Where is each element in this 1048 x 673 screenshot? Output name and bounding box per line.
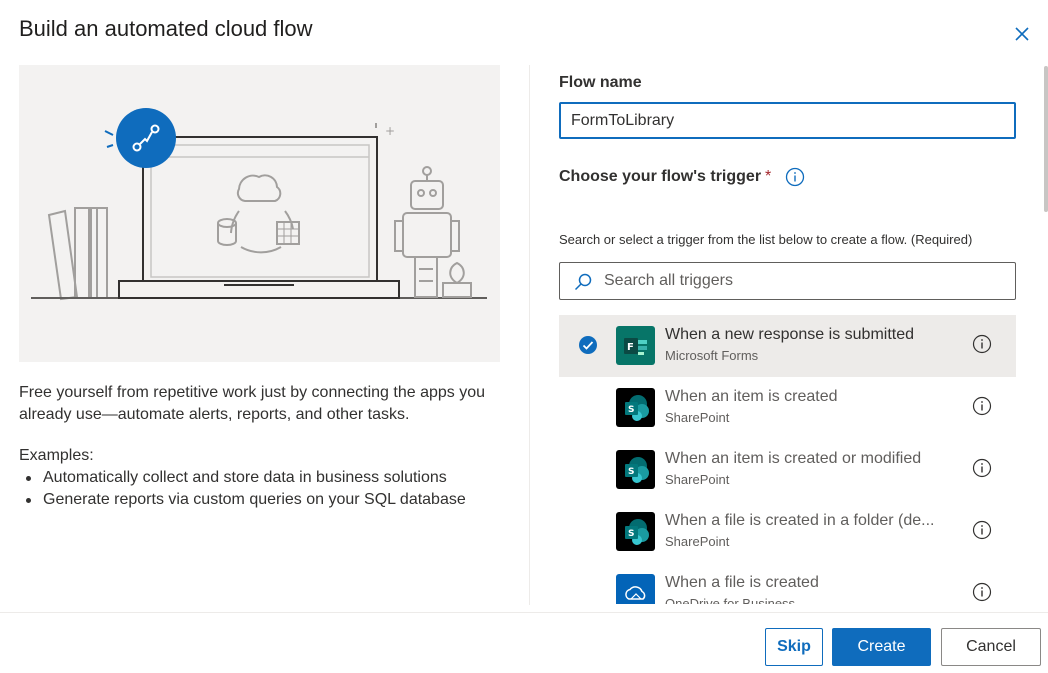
trigger-search-box[interactable]: [559, 262, 1016, 300]
trigger-list: F When a new response is submitted Micro…: [559, 315, 1016, 604]
trigger-search-input[interactable]: [602, 267, 1002, 295]
trigger-item[interactable]: S When a file is created in a folder (de…: [559, 501, 1016, 563]
flow-name-input[interactable]: [559, 102, 1016, 139]
scrollbar-thumb[interactable]: [1044, 66, 1048, 212]
svg-text:S: S: [628, 405, 634, 415]
sharepoint-icon: S: [616, 512, 655, 551]
flow-name-label: Flow name: [559, 74, 642, 91]
info-icon[interactable]: [972, 334, 992, 354]
trigger-connector: SharePoint: [665, 472, 730, 487]
trigger-connector: SharePoint: [665, 410, 730, 425]
trigger-title: When a file is created: [665, 574, 819, 591]
sharepoint-icon: S: [616, 388, 655, 427]
trigger-item[interactable]: When a file is created OneDrive for Busi…: [559, 563, 1016, 604]
trigger-connector: Microsoft Forms: [665, 348, 759, 363]
trigger-connector: OneDrive for Business: [665, 596, 796, 604]
sharepoint-icon: S: [616, 450, 655, 489]
info-icon: [785, 167, 805, 187]
trigger-title: When a file is created in a folder (de..…: [665, 512, 935, 529]
checkmark-icon: [579, 336, 597, 354]
robot-illustration: [394, 166, 460, 298]
info-icon[interactable]: [972, 582, 992, 602]
plant-illustration: [442, 261, 472, 298]
info-icon[interactable]: [972, 520, 992, 540]
flow-illustration: +: [19, 65, 500, 362]
close-button[interactable]: [1008, 20, 1036, 48]
required-mark: *: [765, 168, 772, 185]
books-illustration: [47, 207, 108, 301]
create-button[interactable]: Create: [832, 628, 931, 666]
cancel-button[interactable]: Cancel: [941, 628, 1041, 666]
trigger-item[interactable]: S When an item is created or modified Sh…: [559, 439, 1016, 501]
close-icon: [1015, 27, 1029, 41]
examples-label: Examples:: [19, 447, 94, 464]
onedrive-icon: [616, 574, 655, 604]
info-icon[interactable]: [972, 396, 992, 416]
flow-badge-icon: [116, 108, 176, 168]
trigger-info-button[interactable]: [785, 167, 805, 187]
examples-list: Automatically collect and store data in …: [19, 467, 466, 511]
example-item: Automatically collect and store data in …: [19, 467, 466, 489]
trigger-item[interactable]: S When an item is created SharePoint: [559, 377, 1016, 439]
svg-text:S: S: [628, 529, 634, 539]
search-icon: [574, 273, 592, 291]
trigger-label: Choose your flow's trigger *: [559, 168, 771, 186]
skip-button[interactable]: Skip: [765, 628, 823, 666]
trigger-item[interactable]: F When a new response is submitted Micro…: [559, 315, 1016, 377]
svg-text:+: +: [385, 124, 395, 138]
footer-divider: [0, 612, 1048, 613]
flow-description: Free yourself from repetitive work just …: [19, 384, 485, 423]
trigger-title: When a new response is submitted: [665, 326, 915, 343]
info-icon[interactable]: [972, 458, 992, 478]
trigger-label-text: Choose your flow's trigger: [559, 168, 762, 185]
trigger-title: When an item is created or modified: [665, 450, 922, 467]
trigger-title: When an item is created: [665, 388, 838, 405]
forms-icon: F: [616, 326, 655, 365]
svg-text:S: S: [628, 467, 634, 477]
trigger-helper-text: Search or select a trigger from the list…: [559, 232, 973, 247]
svg-text:F: F: [627, 342, 634, 353]
trigger-connector: SharePoint: [665, 534, 730, 549]
dialog-title: Build an automated cloud flow: [19, 16, 313, 41]
pane-divider: [529, 65, 530, 605]
example-item: Generate reports via custom queries on y…: [19, 489, 466, 511]
